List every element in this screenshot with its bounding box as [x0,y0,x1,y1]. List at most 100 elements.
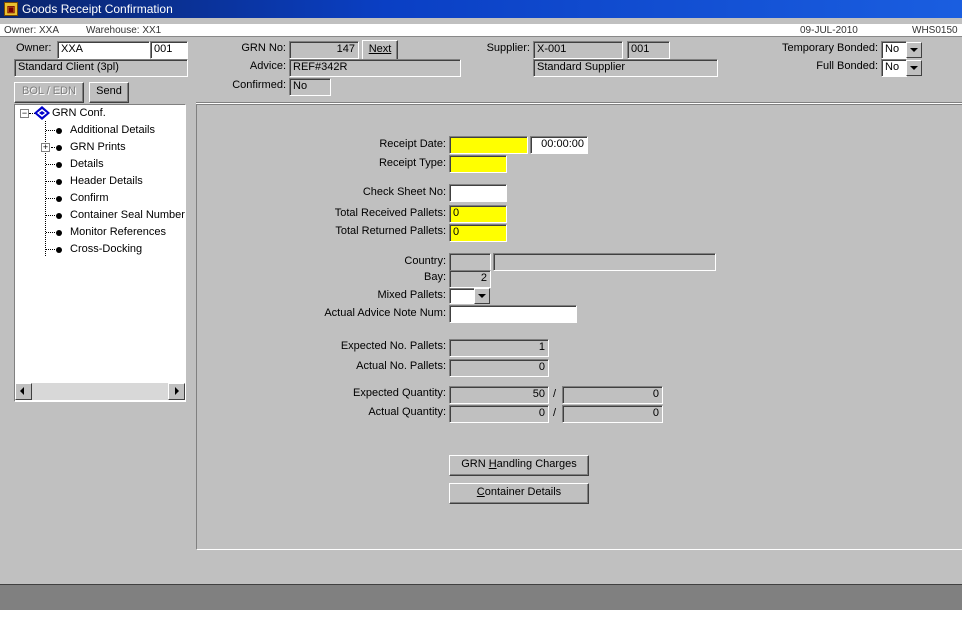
scroll-right-icon[interactable] [168,383,185,400]
tree-item-label: Container Seal Numbers [70,209,186,221]
total-received-label: Total Received Pallets: [334,207,446,219]
confirmed-field: No [289,78,331,96]
temp-bonded-label: Temporary Bonded: [782,42,878,54]
owner-field[interactable]: XXA [57,41,150,59]
supplier-code-field[interactable]: 001 [627,41,670,59]
tree-item-label: GRN Prints [70,141,126,153]
tree-connector [46,215,55,216]
tree-item-label: Confirm [70,192,109,204]
temp-bonded-dropdown-icon[interactable] [906,42,922,58]
tree-item-monitor-references[interactable]: Monitor References [15,224,185,241]
receipt-date-field[interactable] [449,136,528,154]
tree-item-additional-details[interactable]: Additional Details [15,122,185,139]
info-warehouse: Warehouse: XX1 [86,25,162,36]
app-icon[interactable]: ▣ [4,2,18,16]
next-button[interactable]: Next [362,40,398,61]
tree-item-label: Cross-Docking [70,243,143,255]
bullet-icon [56,213,62,219]
tree-item-header-details[interactable]: Header Details [15,173,185,190]
receipt-type-label: Receipt Type: [378,157,446,169]
tree-connector [46,164,55,165]
tree-item-label: Additional Details [70,124,155,136]
tree-item-cross-docking[interactable]: Cross-Docking [15,241,185,258]
scroll-left-icon[interactable] [15,383,32,400]
owner-name-field: Standard Client (3pl) [14,59,188,77]
full-bonded-dropdown-icon[interactable] [906,60,922,76]
tree-item-container-seal-numbers[interactable]: Container Seal Numbers [15,207,186,224]
actual-pallets-field: 0 [449,359,549,377]
container-hotkey: C [476,486,485,498]
info-date: 09-JUL-2010 [800,25,858,36]
info-code: WHS0150 [912,25,958,36]
receipt-date-label: Receipt Date: [379,138,446,150]
collapse-icon[interactable]: − [20,109,29,118]
supplier-label: Supplier: [486,42,530,54]
expected-qty-field-2: 0 [562,386,663,404]
window-title: Goods Receipt Confirmation [22,2,173,16]
diamond-icon [34,106,50,120]
info-bar: Owner: XXA Warehouse: XX1 09-JUL-2010 WH… [0,24,962,37]
bay-label: Bay: [423,271,446,283]
expected-pallets-label: Expected No. Pallets: [340,340,446,352]
tree-item-label: Header Details [70,175,143,187]
total-received-field[interactable]: 0 [449,205,507,223]
grn-handling-rest: andling Charges [496,458,577,470]
country-code-field[interactable] [449,253,491,271]
status-bar [0,584,962,610]
tree-connector [46,130,55,131]
tree-connector [51,147,55,148]
tree-root[interactable]: − GRN Conf. [15,105,185,122]
tree-connector [46,198,55,199]
expected-qty-label: Expected Quantity: [353,387,446,399]
actual-pallets-label: Actual No. Pallets: [356,360,446,372]
send-button[interactable]: Send [89,82,129,103]
check-sheet-field[interactable] [449,184,507,202]
tree-item-confirm[interactable]: Confirm [15,190,185,207]
actual-advice-label: Actual Advice Note Num: [324,307,446,319]
country-name-field [493,253,716,271]
expand-icon[interactable]: + [41,143,50,152]
bullet-icon [56,230,62,236]
grn-no-field[interactable]: 147 [289,41,359,59]
total-returned-field[interactable]: 0 [449,224,507,242]
info-owner: Owner: XXA [4,25,60,36]
check-sheet-label: Check Sheet No: [362,186,446,198]
mixed-pallets-select[interactable] [449,288,475,304]
bullet-icon [56,128,62,134]
country-label: Country: [404,255,446,267]
grn-handling-charges-button[interactable]: GRN Handling Charges [449,455,589,476]
grn-no-label: GRN No: [241,42,286,54]
mixed-pallets-dropdown-icon[interactable] [474,288,490,304]
owner-code-field[interactable]: 001 [150,41,188,59]
tree-connector [46,249,55,250]
grn-handling-prefix: GRN [461,458,489,470]
mixed-pallets-label: Mixed Pallets: [377,289,446,301]
supplier-name-field: Standard Supplier [533,59,718,77]
tree-root-label: GRN Conf. [52,107,106,119]
advice-field[interactable]: REF#342R [289,59,461,77]
actual-qty-field-2: 0 [562,405,663,423]
receipt-time-field[interactable]: 00:00:00 [530,136,588,154]
tree-horizontal-scrollbar[interactable] [15,383,185,400]
receipt-type-field[interactable] [449,155,507,173]
tree-connector [46,232,55,233]
temp-bonded-select[interactable]: No [881,41,907,59]
container-details-button[interactable]: Container Details [449,483,589,504]
tree-item-details[interactable]: Details [15,156,185,173]
full-bonded-select[interactable]: No [881,59,907,77]
tree-item-label: Details [70,158,104,170]
bol-edn-button: BOL / EDN [14,82,84,103]
bullet-icon [56,247,62,253]
expected-qty-separator: / [553,388,557,400]
supplier-field[interactable]: X-001 [533,41,623,59]
bay-field[interactable]: 2 [449,270,491,288]
confirmed-label: Confirmed: [232,79,286,91]
tree-item-grn-prints[interactable]: + GRN Prints [15,139,185,156]
bullet-icon [56,196,62,202]
navigation-tree[interactable]: − GRN Conf. Additional Details + GRN Pri… [14,104,186,402]
tree-connector [46,181,55,182]
tree-item-label: Monitor References [70,226,166,238]
bullet-icon [56,179,62,185]
bullet-icon [56,145,62,151]
actual-advice-field[interactable] [449,305,577,323]
